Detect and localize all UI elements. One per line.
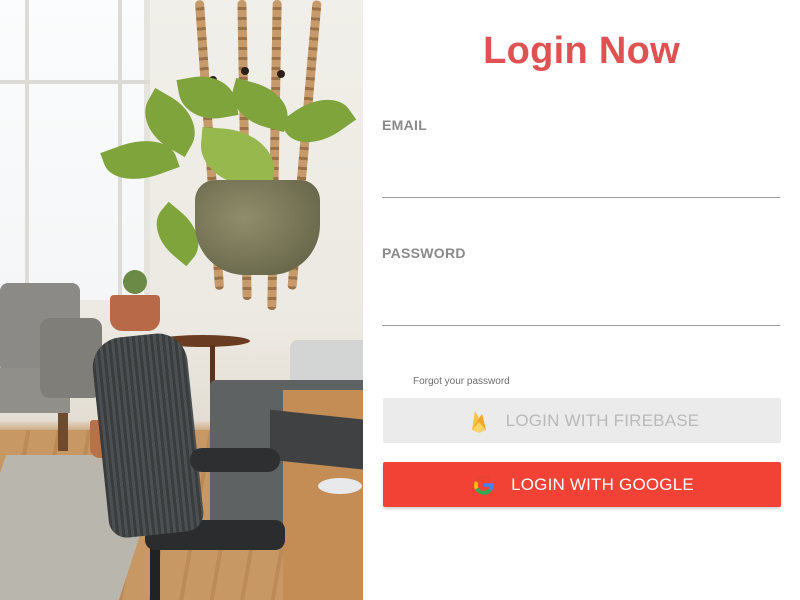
login-with-google-button[interactable]: LOGIN WITH GOOGLE xyxy=(383,462,781,507)
office-chair xyxy=(89,330,206,540)
google-button-label: LOGIN WITH GOOGLE xyxy=(511,474,694,494)
password-label: PASSWORD xyxy=(382,245,466,261)
mouse xyxy=(318,478,362,494)
forgot-password-link[interactable]: Forgot your password xyxy=(413,376,510,387)
password-field[interactable] xyxy=(382,286,780,326)
page-title: Login Now xyxy=(483,30,680,72)
laptop xyxy=(270,409,363,471)
potted-plant xyxy=(115,255,155,300)
hanging-planter xyxy=(195,180,320,275)
email-field[interactable] xyxy=(382,158,780,198)
google-g-icon xyxy=(470,471,498,499)
login-with-firebase-button[interactable]: LOGIN WITH FIREBASE xyxy=(383,398,781,443)
firebase-button-label: LOGIN WITH FIREBASE xyxy=(505,410,700,430)
login-panel: Login Now EMAIL PASSWORD Forgot your pas… xyxy=(363,0,800,600)
firebase-flame-icon xyxy=(465,407,493,435)
room-photo xyxy=(0,0,363,600)
email-label: EMAIL xyxy=(382,117,428,133)
